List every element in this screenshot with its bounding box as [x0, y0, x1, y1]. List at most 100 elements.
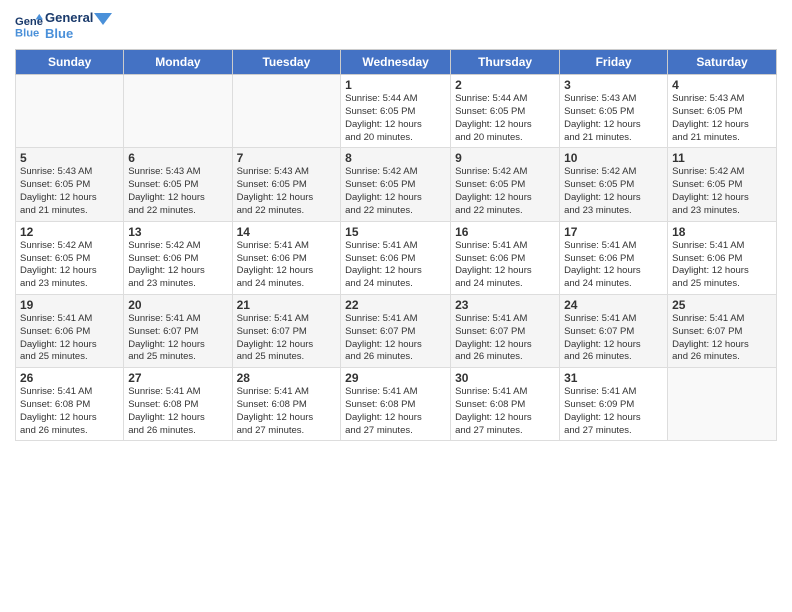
day-info: Sunrise: 5:41 AMSunset: 6:06 PMDaylight:…	[345, 240, 446, 291]
calendar-week-row: 1Sunrise: 5:44 AMSunset: 6:05 PMDaylight…	[16, 75, 777, 148]
table-row: 14Sunrise: 5:41 AMSunset: 6:06 PMDayligh…	[232, 221, 341, 294]
day-info: Sunrise: 5:41 AMSunset: 6:06 PMDaylight:…	[20, 313, 119, 364]
day-info: Sunrise: 5:41 AMSunset: 6:08 PMDaylight:…	[455, 386, 555, 437]
logo: General Blue General Blue	[15, 10, 112, 41]
day-info: Sunrise: 5:43 AMSunset: 6:05 PMDaylight:…	[128, 166, 227, 217]
calendar-week-row: 5Sunrise: 5:43 AMSunset: 6:05 PMDaylight…	[16, 148, 777, 221]
table-row: 18Sunrise: 5:41 AMSunset: 6:06 PMDayligh…	[668, 221, 777, 294]
table-row: 25Sunrise: 5:41 AMSunset: 6:07 PMDayligh…	[668, 294, 777, 367]
day-number: 18	[672, 225, 772, 239]
day-info: Sunrise: 5:41 AMSunset: 6:06 PMDaylight:…	[672, 240, 772, 291]
day-number: 25	[672, 298, 772, 312]
day-number: 11	[672, 151, 772, 165]
col-friday: Friday	[560, 50, 668, 75]
day-info: Sunrise: 5:41 AMSunset: 6:08 PMDaylight:…	[20, 386, 119, 437]
table-row: 4Sunrise: 5:43 AMSunset: 6:05 PMDaylight…	[668, 75, 777, 148]
day-info: Sunrise: 5:43 AMSunset: 6:05 PMDaylight:…	[564, 93, 663, 144]
day-number: 29	[345, 371, 446, 385]
table-row: 11Sunrise: 5:42 AMSunset: 6:05 PMDayligh…	[668, 148, 777, 221]
table-row: 5Sunrise: 5:43 AMSunset: 6:05 PMDaylight…	[16, 148, 124, 221]
day-info: Sunrise: 5:43 AMSunset: 6:05 PMDaylight:…	[672, 93, 772, 144]
day-number: 13	[128, 225, 227, 239]
day-number: 19	[20, 298, 119, 312]
calendar-week-row: 19Sunrise: 5:41 AMSunset: 6:06 PMDayligh…	[16, 294, 777, 367]
day-info: Sunrise: 5:43 AMSunset: 6:05 PMDaylight:…	[237, 166, 337, 217]
col-tuesday: Tuesday	[232, 50, 341, 75]
table-row: 24Sunrise: 5:41 AMSunset: 6:07 PMDayligh…	[560, 294, 668, 367]
day-info: Sunrise: 5:41 AMSunset: 6:06 PMDaylight:…	[237, 240, 337, 291]
day-number: 20	[128, 298, 227, 312]
table-row: 15Sunrise: 5:41 AMSunset: 6:06 PMDayligh…	[341, 221, 451, 294]
day-number: 15	[345, 225, 446, 239]
day-number: 28	[237, 371, 337, 385]
table-row: 21Sunrise: 5:41 AMSunset: 6:07 PMDayligh…	[232, 294, 341, 367]
table-row: 7Sunrise: 5:43 AMSunset: 6:05 PMDaylight…	[232, 148, 341, 221]
page: General Blue General Blue Sunday Monday …	[0, 0, 792, 612]
table-row: 17Sunrise: 5:41 AMSunset: 6:06 PMDayligh…	[560, 221, 668, 294]
table-row: 9Sunrise: 5:42 AMSunset: 6:05 PMDaylight…	[451, 148, 560, 221]
day-number: 30	[455, 371, 555, 385]
table-row: 26Sunrise: 5:41 AMSunset: 6:08 PMDayligh…	[16, 368, 124, 441]
calendar-week-row: 26Sunrise: 5:41 AMSunset: 6:08 PMDayligh…	[16, 368, 777, 441]
day-number: 2	[455, 78, 555, 92]
day-number: 12	[20, 225, 119, 239]
table-row: 8Sunrise: 5:42 AMSunset: 6:05 PMDaylight…	[341, 148, 451, 221]
table-row: 23Sunrise: 5:41 AMSunset: 6:07 PMDayligh…	[451, 294, 560, 367]
table-row: 10Sunrise: 5:42 AMSunset: 6:05 PMDayligh…	[560, 148, 668, 221]
table-row: 3Sunrise: 5:43 AMSunset: 6:05 PMDaylight…	[560, 75, 668, 148]
day-number: 14	[237, 225, 337, 239]
table-row	[668, 368, 777, 441]
day-info: Sunrise: 5:42 AMSunset: 6:05 PMDaylight:…	[564, 166, 663, 217]
day-info: Sunrise: 5:42 AMSunset: 6:05 PMDaylight:…	[345, 166, 446, 217]
logo-text: General	[45, 10, 112, 26]
col-sunday: Sunday	[16, 50, 124, 75]
day-number: 6	[128, 151, 227, 165]
table-row: 30Sunrise: 5:41 AMSunset: 6:08 PMDayligh…	[451, 368, 560, 441]
day-info: Sunrise: 5:41 AMSunset: 6:08 PMDaylight:…	[237, 386, 337, 437]
day-info: Sunrise: 5:41 AMSunset: 6:09 PMDaylight:…	[564, 386, 663, 437]
table-row: 2Sunrise: 5:44 AMSunset: 6:05 PMDaylight…	[451, 75, 560, 148]
table-row: 27Sunrise: 5:41 AMSunset: 6:08 PMDayligh…	[124, 368, 232, 441]
table-row: 6Sunrise: 5:43 AMSunset: 6:05 PMDaylight…	[124, 148, 232, 221]
day-number: 10	[564, 151, 663, 165]
day-number: 24	[564, 298, 663, 312]
day-number: 5	[20, 151, 119, 165]
day-number: 16	[455, 225, 555, 239]
table-row: 22Sunrise: 5:41 AMSunset: 6:07 PMDayligh…	[341, 294, 451, 367]
svg-text:Blue: Blue	[15, 27, 39, 39]
day-info: Sunrise: 5:41 AMSunset: 6:07 PMDaylight:…	[237, 313, 337, 364]
day-info: Sunrise: 5:41 AMSunset: 6:06 PMDaylight:…	[564, 240, 663, 291]
table-row	[124, 75, 232, 148]
day-info: Sunrise: 5:42 AMSunset: 6:05 PMDaylight:…	[455, 166, 555, 217]
table-row	[232, 75, 341, 148]
day-info: Sunrise: 5:41 AMSunset: 6:07 PMDaylight:…	[564, 313, 663, 364]
table-row: 29Sunrise: 5:41 AMSunset: 6:08 PMDayligh…	[341, 368, 451, 441]
day-info: Sunrise: 5:41 AMSunset: 6:06 PMDaylight:…	[455, 240, 555, 291]
day-number: 3	[564, 78, 663, 92]
day-number: 17	[564, 225, 663, 239]
logo-blue-text: Blue	[45, 26, 112, 42]
day-number: 26	[20, 371, 119, 385]
table-row: 12Sunrise: 5:42 AMSunset: 6:05 PMDayligh…	[16, 221, 124, 294]
table-row: 31Sunrise: 5:41 AMSunset: 6:09 PMDayligh…	[560, 368, 668, 441]
day-info: Sunrise: 5:41 AMSunset: 6:07 PMDaylight:…	[455, 313, 555, 364]
day-info: Sunrise: 5:41 AMSunset: 6:07 PMDaylight:…	[345, 313, 446, 364]
day-number: 27	[128, 371, 227, 385]
day-number: 1	[345, 78, 446, 92]
day-info: Sunrise: 5:41 AMSunset: 6:08 PMDaylight:…	[128, 386, 227, 437]
day-number: 8	[345, 151, 446, 165]
day-number: 31	[564, 371, 663, 385]
header: General Blue General Blue	[15, 10, 777, 41]
day-info: Sunrise: 5:41 AMSunset: 6:08 PMDaylight:…	[345, 386, 446, 437]
col-saturday: Saturday	[668, 50, 777, 75]
table-row: 13Sunrise: 5:42 AMSunset: 6:06 PMDayligh…	[124, 221, 232, 294]
day-number: 9	[455, 151, 555, 165]
day-info: Sunrise: 5:43 AMSunset: 6:05 PMDaylight:…	[20, 166, 119, 217]
table-row: 16Sunrise: 5:41 AMSunset: 6:06 PMDayligh…	[451, 221, 560, 294]
day-info: Sunrise: 5:42 AMSunset: 6:05 PMDaylight:…	[672, 166, 772, 217]
calendar-week-row: 12Sunrise: 5:42 AMSunset: 6:05 PMDayligh…	[16, 221, 777, 294]
table-row: 20Sunrise: 5:41 AMSunset: 6:07 PMDayligh…	[124, 294, 232, 367]
day-info: Sunrise: 5:41 AMSunset: 6:07 PMDaylight:…	[672, 313, 772, 364]
day-info: Sunrise: 5:44 AMSunset: 6:05 PMDaylight:…	[345, 93, 446, 144]
day-info: Sunrise: 5:44 AMSunset: 6:05 PMDaylight:…	[455, 93, 555, 144]
